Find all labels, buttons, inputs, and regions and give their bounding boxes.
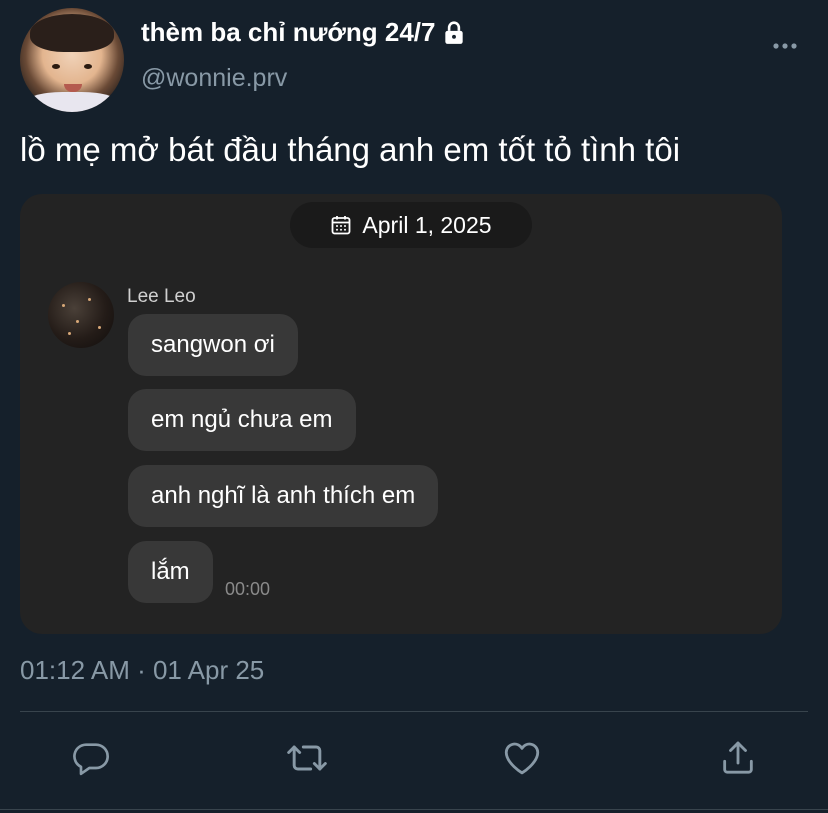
user-handle[interactable]: @wonnie.prv	[141, 64, 287, 93]
message-bubble: sangwon ơi	[128, 314, 298, 376]
chat-screenshot[interactable]: April 1, 2025 Lee Leo sangwon ơi em ngủ …	[20, 194, 782, 634]
tweet-text: lồ mẹ mở bát đầu tháng anh em tốt tỏ tìn…	[20, 131, 681, 168]
calendar-icon	[330, 214, 352, 236]
chat-sender-avatar	[48, 282, 114, 348]
share-button[interactable]	[716, 738, 760, 782]
message-bubble: em ngủ chưa em	[128, 389, 356, 451]
retweet-icon	[285, 736, 329, 785]
heart-icon	[501, 737, 543, 784]
message-time: 00:00	[225, 579, 271, 599]
chat-sender-name: Lee Leo	[127, 286, 196, 307]
message-bubble: lắm	[128, 541, 213, 603]
lock-icon	[441, 20, 467, 46]
display-name[interactable]: thèm ba chỉ nướng 24/7	[141, 17, 467, 48]
display-name-text[interactable]: thèm ba chỉ nướng 24/7	[141, 17, 435, 48]
profile-avatar[interactable]	[20, 8, 124, 112]
reply-icon	[71, 738, 111, 783]
date-pill: April 1, 2025	[290, 202, 532, 248]
bottom-divider	[0, 809, 828, 810]
retweet-button[interactable]	[285, 738, 329, 782]
share-icon	[718, 738, 758, 783]
divider	[20, 711, 808, 712]
like-button[interactable]	[500, 738, 544, 782]
reply-button[interactable]	[69, 738, 113, 782]
chat-date: April 1, 2025	[362, 211, 492, 238]
more-horizontal-icon[interactable]	[772, 32, 798, 54]
message-bubble: anh nghĩ là anh thích em	[128, 465, 439, 527]
tweet-timestamp[interactable]: 01:12 AM · 01 Apr 25	[20, 655, 264, 686]
